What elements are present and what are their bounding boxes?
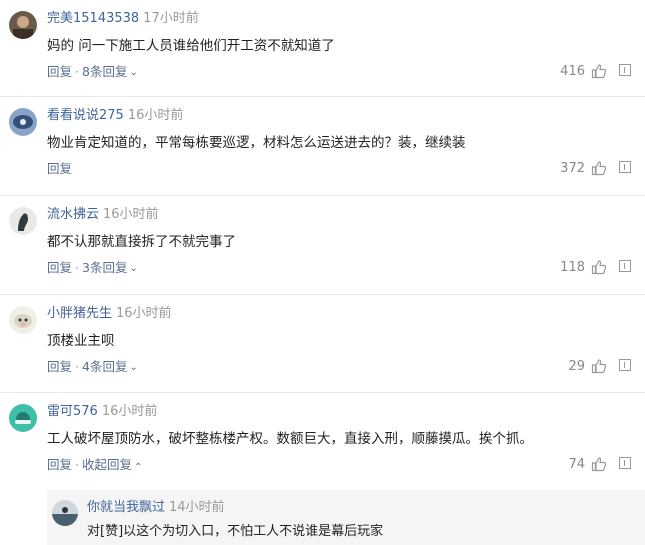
comment-item: 流水拂云 16小时前 都不认那就直接拆了不就完事了 回复 · 3条回复 ⌄ 118: [0, 196, 645, 295]
comment-item: 看看说说275 16小时前 物业肯定知道的，平常每栋要巡逻，材料怎么运送进去的？装…: [0, 97, 645, 196]
thumb-up-icon[interactable]: [591, 456, 607, 472]
report-icon[interactable]: [619, 457, 631, 469]
comment-text: 都不认那就直接拆了不就完事了: [47, 234, 236, 250]
chevron-down-icon[interactable]: ⌄: [129, 65, 137, 81]
reply-button[interactable]: 回复: [47, 64, 72, 79]
like-count: 416: [560, 64, 585, 79]
avatar[interactable]: [9, 108, 37, 136]
timestamp: 17小时前: [143, 11, 199, 26]
comment-text: 物业肯定知道的，平常每栋要巡逻，材料怎么运送进去的？装，继续装: [47, 135, 466, 151]
separator: ·: [75, 359, 79, 374]
like-count: 118: [560, 260, 585, 275]
reply-text: 对[赞]以这个为切入口，不怕工人不说谁是幕后玩家: [87, 524, 384, 539]
avatar[interactable]: [52, 500, 78, 526]
username[interactable]: 看看说说275: [47, 108, 124, 123]
collapse-replies-button[interactable]: 收起回复: [82, 457, 132, 472]
username[interactable]: 小胖猪先生: [47, 306, 112, 321]
reply-button[interactable]: 回复: [47, 457, 72, 472]
like-count: 74: [568, 457, 585, 472]
comment-text: 顶楼业主呗: [47, 333, 115, 349]
comment-feed: 完美15143538 17小时前 妈的 问一下施工人员谁给他们开工资不就知道了 回…: [0, 0, 645, 545]
thumb-up-icon[interactable]: [591, 259, 607, 275]
report-icon[interactable]: [619, 359, 631, 371]
timestamp: 16小时前: [116, 306, 172, 321]
username[interactable]: 你就当我飘过: [87, 500, 165, 515]
view-replies-button[interactable]: 3条回复: [82, 260, 127, 275]
comment-item: 完美15143538 17小时前 妈的 问一下施工人员谁给他们开工资不就知道了 回…: [0, 0, 645, 97]
avatar[interactable]: [9, 306, 37, 334]
username[interactable]: 流水拂云: [47, 207, 99, 222]
reply-button[interactable]: 回复: [47, 161, 72, 176]
reply-button[interactable]: 回复: [47, 260, 72, 275]
report-icon[interactable]: [619, 161, 631, 173]
username[interactable]: 完美15143538: [47, 11, 139, 26]
timestamp: 16小时前: [127, 108, 184, 123]
comment-text: 妈的 问一下施工人员谁给他们开工资不就知道了: [47, 38, 335, 54]
avatar[interactable]: [9, 404, 37, 432]
view-replies-button[interactable]: 8条回复: [82, 64, 127, 79]
timestamp: 16小时前: [103, 207, 159, 222]
separator: ·: [75, 457, 79, 472]
avatar[interactable]: [9, 207, 37, 235]
view-replies-button[interactable]: 4条回复: [82, 359, 127, 374]
like-count: 29: [568, 359, 585, 374]
username[interactable]: 雷可576: [47, 404, 98, 419]
chevron-down-icon[interactable]: ⌄: [129, 261, 137, 277]
timestamp: 14小时前: [169, 500, 225, 515]
chevron-down-icon[interactable]: ⌄: [129, 360, 137, 376]
report-icon[interactable]: [619, 64, 631, 76]
thumb-up-icon[interactable]: [591, 160, 607, 176]
nested-reply: 你就当我飘过 14小时前 对[赞]以这个为切入口，不怕工人不说谁是幕后玩家: [47, 490, 645, 545]
timestamp: 16小时前: [101, 404, 158, 419]
separator: ·: [75, 260, 79, 275]
thumb-up-icon[interactable]: [591, 63, 607, 79]
separator: ·: [75, 64, 79, 79]
report-icon[interactable]: [619, 260, 631, 272]
thumb-up-icon[interactable]: [591, 358, 607, 374]
like-count: 372: [560, 161, 585, 176]
avatar[interactable]: [9, 11, 37, 39]
reply-button[interactable]: 回复: [47, 359, 72, 374]
comment-text: 工人破坏屋顶防水，破坏整栋楼产权。数额巨大，直接入刑，顺藤摸瓜。挨个抓。: [47, 431, 533, 447]
chevron-up-icon[interactable]: ⌃: [134, 460, 142, 476]
comment-item: 小胖猪先生 16小时前 顶楼业主呗 回复 · 4条回复 ⌄ 29: [0, 295, 645, 393]
